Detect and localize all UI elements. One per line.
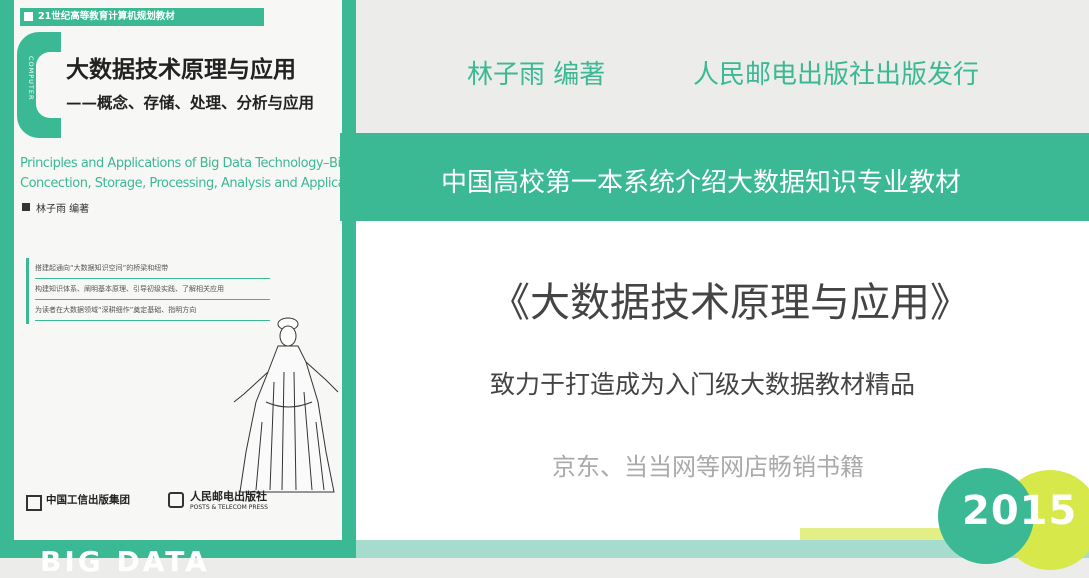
cover-english-title-2: Concection, Storage, Processing, Analysi… bbox=[20, 176, 342, 191]
book-title: 《大数据技术原理与应用》 bbox=[490, 280, 970, 326]
cover-title: 大数据技术原理与应用 bbox=[66, 56, 296, 83]
cover-author: 林子雨 编著 bbox=[36, 204, 90, 215]
cover-page: 21世纪高等教育计算机规划教材 COMPUTER 大数据技术原理与应用 ——概念… bbox=[14, 0, 342, 540]
ptpress-logo-icon bbox=[168, 492, 184, 508]
year-badge: 2015 bbox=[962, 488, 1078, 534]
header-publisher: 人民邮电出版社出版发行 bbox=[693, 60, 980, 90]
publisher-logo-icon bbox=[26, 495, 42, 511]
big-data-text: BIG DATA bbox=[40, 545, 210, 578]
cover-bullet: 构建知识体系、阐明基本原理、引导初级实践、了解相关应用 bbox=[35, 279, 270, 300]
chevron-left-icon[interactable]: < bbox=[0, 292, 10, 308]
author-square-icon bbox=[22, 203, 30, 211]
banner-text: 中国高校第一本系统介绍大数据知识专业教材 bbox=[441, 168, 962, 198]
series-square-icon bbox=[24, 12, 33, 21]
header-author: 林子雨 编著 bbox=[467, 60, 606, 90]
publisher-group: 中国工信出版集团 bbox=[46, 494, 130, 506]
publisher-name-en: POSTS & TELECOM PRESS bbox=[190, 504, 268, 511]
logo-vertical-text: COMPUTER bbox=[27, 56, 35, 101]
publisher-name: 人民邮电出版社 bbox=[190, 490, 267, 503]
cover-bullet: 搭建起通向“大数据知识空间”的桥梁和纽带 bbox=[35, 258, 270, 279]
sales-note: 京东、当当网等网店畅销书籍 bbox=[552, 453, 864, 481]
scholar-illustration bbox=[233, 317, 339, 493]
c-logo-inner bbox=[36, 52, 64, 118]
cover-english-title-1: Principles and Applications of Big Data … bbox=[20, 156, 342, 171]
tagline: 致力于打造成为入门级大数据教材精品 bbox=[490, 370, 916, 399]
cover-series-banner: 21世纪高等教育计算机规划教材 bbox=[20, 8, 264, 26]
cover-subtitle: ——概念、存储、处理、分析与应用 bbox=[66, 93, 315, 112]
book-cover: 21世纪高等教育计算机规划教材 COMPUTER 大数据技术原理与应用 ——概念… bbox=[0, 0, 356, 578]
